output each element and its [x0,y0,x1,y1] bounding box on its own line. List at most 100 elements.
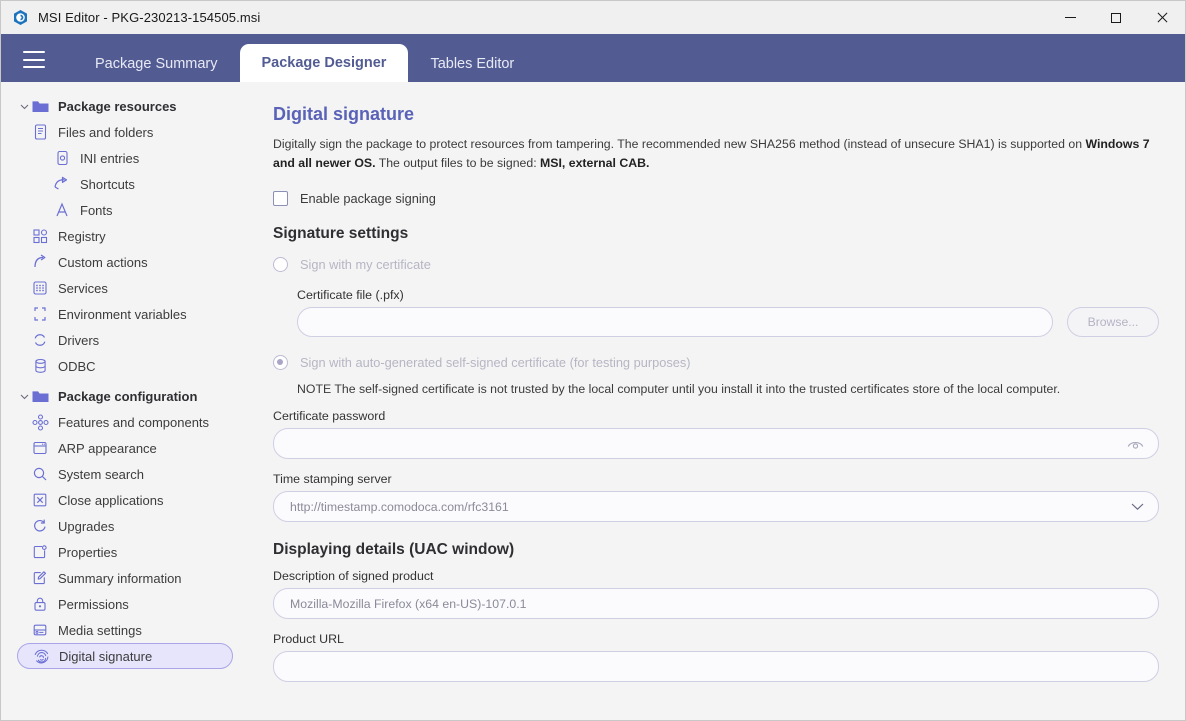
sidebar-item-properties[interactable]: Properties [1,539,247,565]
shortcut-arrow-icon [53,175,71,193]
sidebar-item-label: Environment variables [58,306,187,322]
sidebar-item-system-search[interactable]: System search [1,461,247,487]
sidebar-item-label: Upgrades [58,518,115,534]
app-header: Package Summary Package Designer Tables … [1,34,1185,82]
tab-tables-editor[interactable]: Tables Editor [408,46,536,82]
drivers-refresh-icon [31,331,49,349]
sidebar-item-label: ODBC [58,358,96,374]
environment-brackets-icon [31,305,49,323]
description-part-1: Digitally sign the package to protect re… [273,137,1086,151]
sidebar-item-label: Summary information [58,570,182,586]
services-grid-icon [31,279,49,297]
sidebar-item-label: Digital signature [59,648,153,664]
eye-icon[interactable] [1127,438,1144,450]
database-icon [31,357,49,375]
sidebar-item-odbc[interactable]: ODBC [1,353,247,379]
search-icon [31,465,49,483]
sign-with-self-signed-row[interactable]: Sign with auto-generated self-signed cer… [273,351,1159,373]
certificate-password-input[interactable] [273,428,1159,460]
app-body: Package resources Files and folders INI … [1,82,1185,720]
ini-file-icon [53,149,71,167]
sidebar-item-label: Services [58,280,108,296]
sidebar-item-close-applications[interactable]: Close applications [1,487,247,513]
description-of-signed-product-input[interactable]: Mozilla-Mozilla Firefox (x64 en-US)-107.… [273,588,1159,620]
close-button[interactable] [1139,1,1185,34]
sidebar-item-label: Close applications [58,492,164,508]
description-bold-2: MSI, external CAB. [540,156,650,171]
sidebar-item-features-and-components[interactable]: Features and components [1,409,247,435]
sidebar-item-services[interactable]: Services [1,275,247,301]
sidebar-item-arp-appearance[interactable]: ARP appearance [1,435,247,461]
sidebar-item-label: System search [58,466,144,482]
app-window: MSI Editor - PKG-230213-154505.msi Packa… [0,0,1186,721]
maximize-icon [1111,12,1121,23]
chevron-down-icon[interactable] [17,102,31,111]
sidebar-item-fonts[interactable]: Fonts [1,197,247,223]
sidebar-item-label: Drivers [58,332,100,348]
maximize-button[interactable] [1093,1,1139,34]
sidebar-item-label: Registry [58,228,106,244]
sidebar-item-package-configuration[interactable]: Package configuration [1,383,247,409]
hamburger-menu-icon[interactable] [23,51,45,68]
media-disk-icon [31,621,49,639]
browse-button[interactable]: Browse... [1067,307,1159,338]
main-tabs: Package Summary Package Designer Tables … [73,34,536,82]
minimize-button[interactable] [1047,1,1093,34]
msi-editor-logo-icon [12,9,29,26]
hamburger-line [23,58,45,61]
sidebar-item-drivers[interactable]: Drivers [1,327,247,353]
sidebar-item-shortcuts[interactable]: Shortcuts [1,171,247,197]
certificate-file-input[interactable] [297,307,1053,338]
tab-package-summary[interactable]: Package Summary [73,46,240,82]
sidebar-tree: Package resources Files and folders INI … [1,82,247,720]
enable-package-signing-checkbox[interactable] [273,190,288,206]
sign-with-self-signed-label: Sign with auto-generated self-signed cer… [300,354,691,370]
sidebar-item-media-settings[interactable]: Media settings [1,617,247,643]
sidebar-item-label: Features and components [58,414,210,430]
sign-with-my-certificate-label: Sign with my certificate [300,256,431,272]
sign-with-my-certificate-radio[interactable] [273,256,288,272]
certificate-file-label: Certificate file (.pfx) [297,288,404,303]
sidebar-item-label: INI entries [80,150,140,166]
chevron-down-icon[interactable] [17,392,31,401]
sidebar-item-environment-variables[interactable]: Environment variables [1,301,247,327]
sidebar-item-label: Files and folders [58,124,154,140]
sidebar-item-registry[interactable]: Registry [1,223,247,249]
folder-icon [31,97,49,115]
chevron-down-icon[interactable] [1131,502,1144,511]
fingerprint-icon [32,647,50,665]
signature-settings-heading: Signature settings [273,225,409,243]
sidebar-item-ini-entries[interactable]: INI entries [1,145,247,171]
sidebar-item-summary-information[interactable]: Summary information [1,565,247,591]
sign-with-self-signed-radio[interactable] [273,354,288,370]
lock-icon [31,595,49,613]
sidebar-item-files-and-folders[interactable]: Files and folders [1,119,247,145]
sign-with-my-certificate-row[interactable]: Sign with my certificate [273,253,1159,275]
minimize-icon [1064,17,1076,18]
product-url-input[interactable] [273,651,1159,683]
product-url-label: Product URL [273,632,344,647]
self-signed-note: NOTE The self-signed certificate is not … [297,382,1061,397]
font-letter-a-icon [53,201,71,219]
sidebar-item-label: Package resources [58,98,177,114]
close-icon [1156,12,1168,24]
certificate-file-row: Browse... [297,307,1159,338]
sidebar-item-permissions[interactable]: Permissions [1,591,247,617]
folder-icon [31,387,49,405]
page-title: Digital signature [273,104,415,124]
main-panel: Digital signature Digitally sign the pac… [247,82,1185,720]
timestamp-server-label: Time stamping server [273,472,392,487]
description-part-2: The output files to be signed: [375,156,541,171]
sidebar-item-package-resources[interactable]: Package resources [1,93,247,119]
sidebar-item-custom-actions[interactable]: Custom actions [1,249,247,275]
sidebar-item-upgrades[interactable]: Upgrades [1,513,247,539]
edit-pencil-icon [31,569,49,587]
sidebar-item-label: Properties [58,544,118,560]
registry-blocks-icon [31,227,49,245]
enable-package-signing-row[interactable]: Enable package signing [273,187,1159,209]
sidebar-item-label: Custom actions [58,254,148,270]
timestamp-server-select[interactable]: http://timestamp.comodoca.com/rfc3161 [273,491,1159,523]
properties-page-icon [31,543,49,561]
sidebar-item-digital-signature[interactable]: Digital signature [17,643,233,669]
tab-package-designer[interactable]: Package Designer [239,44,409,82]
